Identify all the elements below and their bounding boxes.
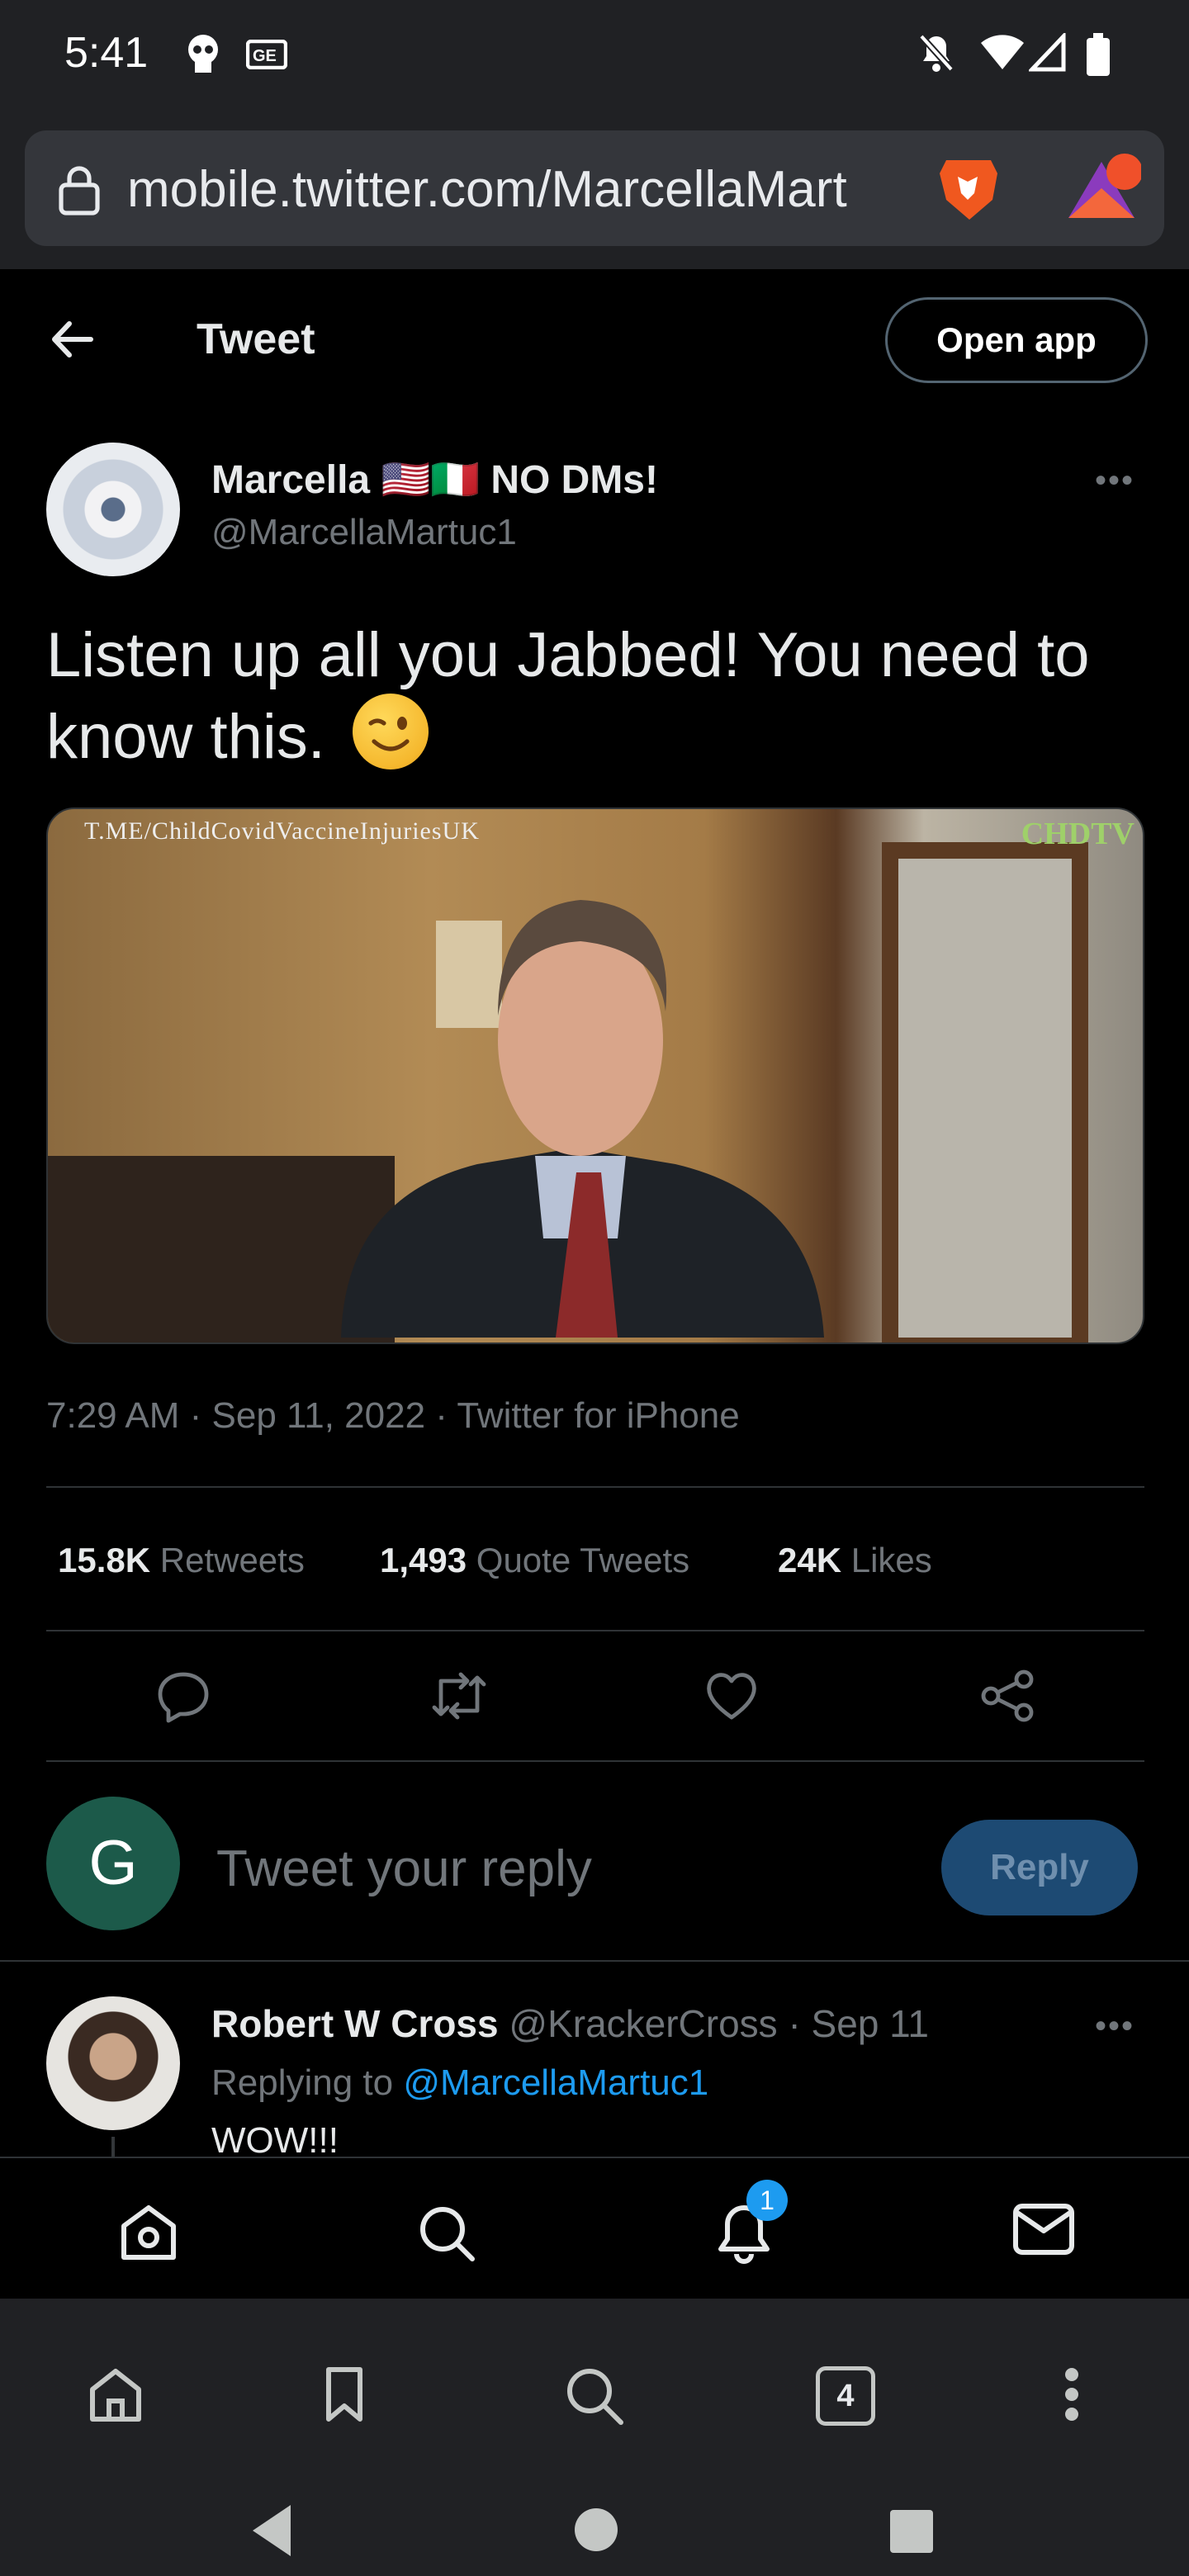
menu-dots-icon[interactable] <box>1062 2365 1082 2424</box>
bookmark-icon[interactable] <box>324 2365 365 2424</box>
likes-label: Likes <box>850 1541 932 1579</box>
status-time: 5:41 <box>64 29 149 77</box>
quote-tweets-count: 1,493 <box>380 1541 467 1579</box>
quote-tweets-stat[interactable]: 1,493 Quote Tweets <box>380 1541 689 1580</box>
tweet-text-content: Listen up all you Jabbed! You need to kn… <box>46 620 1090 772</box>
browser-search-icon[interactable] <box>563 2365 626 2427</box>
mail-icon[interactable] <box>1012 2203 1075 2256</box>
battery-icon <box>1087 33 1110 76</box>
brave-lion-icon[interactable] <box>936 154 1001 223</box>
reply-handle-date: @KrackerCross · Sep 11 <box>509 2002 929 2045</box>
media-badge: CHDTV <box>1021 817 1135 851</box>
reply-author-name: Robert W Cross <box>211 2002 499 2045</box>
divider <box>46 1486 1144 1488</box>
tweet-video[interactable]: T.ME/ChildCovidVaccineInjuriesUK CHDTV <box>46 807 1144 1344</box>
retweets-label: Retweets <box>159 1541 305 1579</box>
search-icon[interactable] <box>416 2203 476 2262</box>
notification-news-icon: GE <box>246 40 287 69</box>
address-bar[interactable]: mobile.twitter.com/MarcellaMart <box>25 130 1164 246</box>
browser-bottom-bar: 4 <box>0 2299 1189 2485</box>
author-avatar[interactable] <box>46 443 180 576</box>
author-name[interactable]: Marcella 🇺🇸🇮🇹 NO DMs! <box>211 456 658 503</box>
browser-toolbar: mobile.twitter.com/MarcellaMart <box>0 112 1189 269</box>
open-app-button[interactable]: Open app <box>885 297 1148 383</box>
divider <box>46 1760 1144 1762</box>
author-handle[interactable]: @MarcellaMartuc1 <box>211 512 517 553</box>
browser-home-icon[interactable] <box>86 2365 145 2424</box>
status-bar: 5:41 GE <box>0 0 1189 112</box>
reply-button[interactable]: Reply <box>941 1820 1138 1915</box>
twitter-bottom-nav: 1 <box>0 2157 1189 2299</box>
likes-stat[interactable]: 24K Likes <box>778 1541 932 1580</box>
current-user-avatar: G <box>46 1797 180 1930</box>
android-navigation-bar <box>0 2485 1189 2576</box>
url-text[interactable]: mobile.twitter.com/MarcellaMart <box>127 160 847 219</box>
retweets-count: 15.8K <box>58 1541 151 1579</box>
home-icon[interactable] <box>117 2203 180 2262</box>
replying-to-handle[interactable]: @MarcellaMartuc1 <box>403 2062 708 2103</box>
quote-tweets-label: Quote Tweets <box>476 1541 690 1579</box>
page-title: Tweet <box>197 315 315 363</box>
divider <box>46 1630 1144 1631</box>
reply-author-avatar[interactable] <box>46 1996 180 2130</box>
tab-switcher-button[interactable]: 4 <box>816 2366 875 2426</box>
replying-to-prefix: Replying to <box>211 2062 394 2103</box>
share-icon[interactable] <box>979 1668 1035 1724</box>
retweet-icon[interactable] <box>428 1668 490 1724</box>
android-recents-icon[interactable] <box>888 2508 935 2555</box>
lock-icon <box>59 166 100 215</box>
video-thumbnail <box>48 842 1088 1342</box>
divider <box>0 1960 1189 1962</box>
replying-to: Replying to @MarcellaMartuc1 <box>211 2062 708 2104</box>
wifi-icon <box>981 35 1024 69</box>
reply-author-line[interactable]: Robert W Cross @KrackerCross · Sep 11 <box>211 2001 929 2046</box>
wink-emoji-icon <box>353 694 429 769</box>
likes-count: 24K <box>778 1541 842 1579</box>
reply-text: WOW!!! <box>211 2120 339 2155</box>
more-icon[interactable]: ••• <box>1095 462 1135 500</box>
notification-skull-icon <box>188 35 218 73</box>
reply-icon[interactable] <box>155 1668 211 1724</box>
media-overlay-text: T.ME/ChildCovidVaccineInjuriesUK <box>84 817 480 845</box>
notification-badge: 1 <box>746 2180 788 2221</box>
android-back-icon[interactable] <box>248 2502 297 2559</box>
back-arrow-icon[interactable] <box>50 319 94 360</box>
tweet-timestamp[interactable]: 7:29 AM · Sep 11, 2022 · Twitter for iPh… <box>46 1395 740 1437</box>
signal-icon <box>1029 33 1066 72</box>
tweet-text: Listen up all you Jabbed! You need to kn… <box>46 618 1144 775</box>
retweets-stat[interactable]: 15.8K Retweets <box>58 1541 305 1580</box>
like-icon[interactable] <box>703 1668 760 1722</box>
mute-icon <box>919 34 954 72</box>
reply-input[interactable]: Tweet your reply <box>216 1840 592 1898</box>
tweet-header: Tweet Open app <box>0 269 1189 410</box>
brave-rewards-icon[interactable] <box>1065 152 1141 223</box>
android-home-icon[interactable] <box>573 2507 619 2553</box>
reply-more-icon[interactable]: ••• <box>1095 2008 1135 2045</box>
svg-text:GE: GE <box>253 47 277 65</box>
thread-line <box>111 2137 115 2157</box>
